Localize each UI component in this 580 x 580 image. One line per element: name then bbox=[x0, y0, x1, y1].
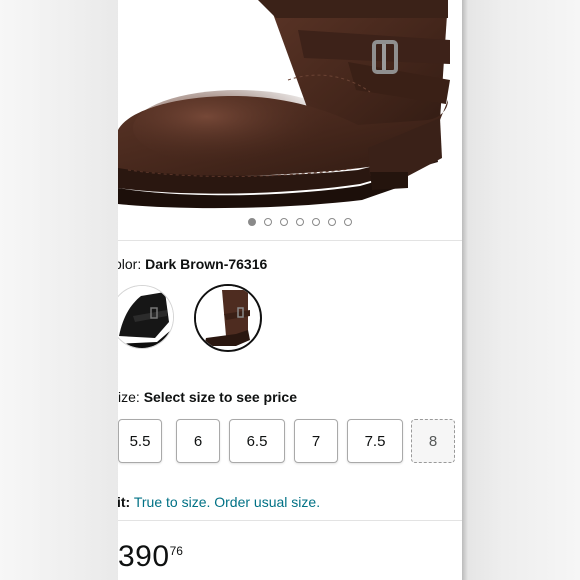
product-page: olor: Dark Brown-76316 ize: Select size … bbox=[118, 0, 462, 580]
carousel-dot[interactable] bbox=[248, 218, 256, 226]
size-option-8-unavailable[interactable]: 8 bbox=[411, 419, 455, 463]
fit-info: it: True to size. Order usual size. bbox=[118, 494, 320, 510]
swatch-dark-brown[interactable] bbox=[194, 284, 262, 352]
right-margin bbox=[462, 0, 580, 580]
fit-value-link[interactable]: True to size. Order usual size. bbox=[134, 494, 320, 510]
size-option-6[interactable]: 6 bbox=[176, 419, 220, 463]
color-value: Dark Brown-76316 bbox=[145, 256, 268, 272]
black-boot-thumbnail bbox=[118, 286, 173, 348]
image-carousel-dots[interactable] bbox=[118, 218, 462, 230]
divider bbox=[118, 520, 462, 521]
left-margin bbox=[0, 0, 120, 580]
size-label: ize: bbox=[118, 389, 140, 405]
carousel-dot[interactable] bbox=[296, 218, 304, 226]
boot-image bbox=[118, 0, 450, 209]
price-whole: 390 bbox=[118, 540, 170, 573]
divider bbox=[118, 240, 462, 241]
size-value: Select size to see price bbox=[143, 389, 297, 405]
carousel-dot[interactable] bbox=[312, 218, 320, 226]
size-option-6-5[interactable]: 6.5 bbox=[229, 419, 285, 463]
carousel-dot[interactable] bbox=[264, 218, 272, 226]
color-label: olor: bbox=[118, 256, 142, 272]
carousel-dot[interactable] bbox=[344, 218, 352, 226]
fit-label: it: bbox=[118, 494, 131, 510]
carousel-dot[interactable] bbox=[328, 218, 336, 226]
size-option-7[interactable]: 7 bbox=[294, 419, 338, 463]
brown-boot-thumbnail bbox=[196, 286, 256, 346]
size-option-7-5[interactable]: 7.5 bbox=[347, 419, 403, 463]
carousel-dot[interactable] bbox=[280, 218, 288, 226]
size-option-5-5[interactable]: 5.5 bbox=[118, 419, 162, 463]
size-selector-label: ize: Select size to see price bbox=[118, 389, 297, 405]
size-options: 5.5 6 6.5 7 7.5 8 bbox=[118, 419, 462, 465]
color-selector-label: olor: Dark Brown-76316 bbox=[118, 256, 267, 272]
swatch-black[interactable] bbox=[118, 285, 174, 349]
price-fraction: 76 bbox=[169, 544, 183, 558]
price: 39076 bbox=[118, 540, 183, 574]
product-image[interactable] bbox=[118, 0, 462, 210]
